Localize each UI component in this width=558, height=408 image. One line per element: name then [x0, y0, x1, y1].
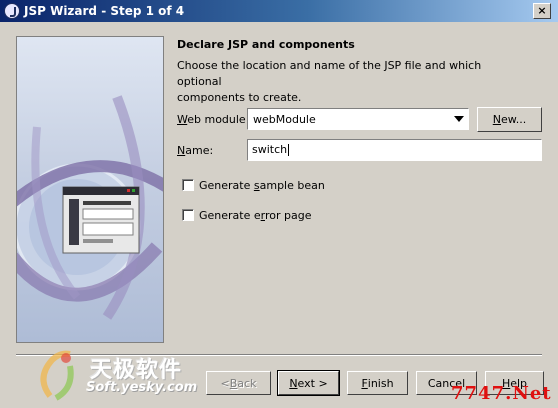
watermark-swirl-icon — [40, 350, 74, 401]
finish-button[interactable]: Finish — [347, 371, 408, 395]
title-bar[interactable]: JSP Wizard - Step 1 of 4 × — [0, 0, 558, 22]
web-module-label: Web module: — [177, 113, 250, 126]
web-module-select[interactable]: webModule — [247, 108, 469, 130]
back-button[interactable]: < Back — [206, 371, 271, 395]
generate-sample-bean-label[interactable]: Generate sample bean — [199, 179, 325, 192]
generate-sample-bean-checkbox[interactable] — [182, 179, 194, 191]
dropdown-arrow-icon[interactable] — [454, 116, 464, 122]
watermark-cn-text: 天极软件 — [90, 358, 183, 383]
wizard-illustration — [17, 95, 163, 320]
name-value: switch — [252, 143, 288, 156]
watermark-logo: 天极软件 Soft.yesky.com — [30, 348, 210, 404]
generate-error-page-checkbox[interactable] — [182, 209, 194, 221]
panel-heading: Declare JSP and components — [177, 38, 355, 51]
document-window-graphic — [62, 186, 140, 254]
button-separator — [16, 354, 542, 356]
name-input[interactable]: switch — [247, 139, 542, 161]
app-icon — [4, 3, 20, 19]
web-module-value: webModule — [253, 113, 316, 126]
text-caret — [288, 144, 290, 156]
watermark-site-text: Soft.yesky.com — [86, 380, 198, 395]
description-line: Choose the location and name of the JSP … — [177, 59, 482, 88]
close-button[interactable]: × — [533, 3, 551, 19]
description-line: components to create. — [177, 91, 302, 104]
corner-watermark: 7747.Net — [451, 383, 552, 404]
panel-description: Choose the location and name of the JSP … — [177, 58, 517, 106]
window-title: JSP Wizard - Step 1 of 4 — [24, 4, 185, 18]
wizard-side-image — [16, 36, 164, 343]
name-label: Name: — [177, 144, 214, 157]
new-module-button[interactable]: New... — [477, 107, 542, 132]
close-icon: × — [537, 4, 547, 17]
generate-error-page-label[interactable]: Generate error page — [199, 209, 312, 222]
next-button[interactable]: Next > — [277, 370, 340, 396]
